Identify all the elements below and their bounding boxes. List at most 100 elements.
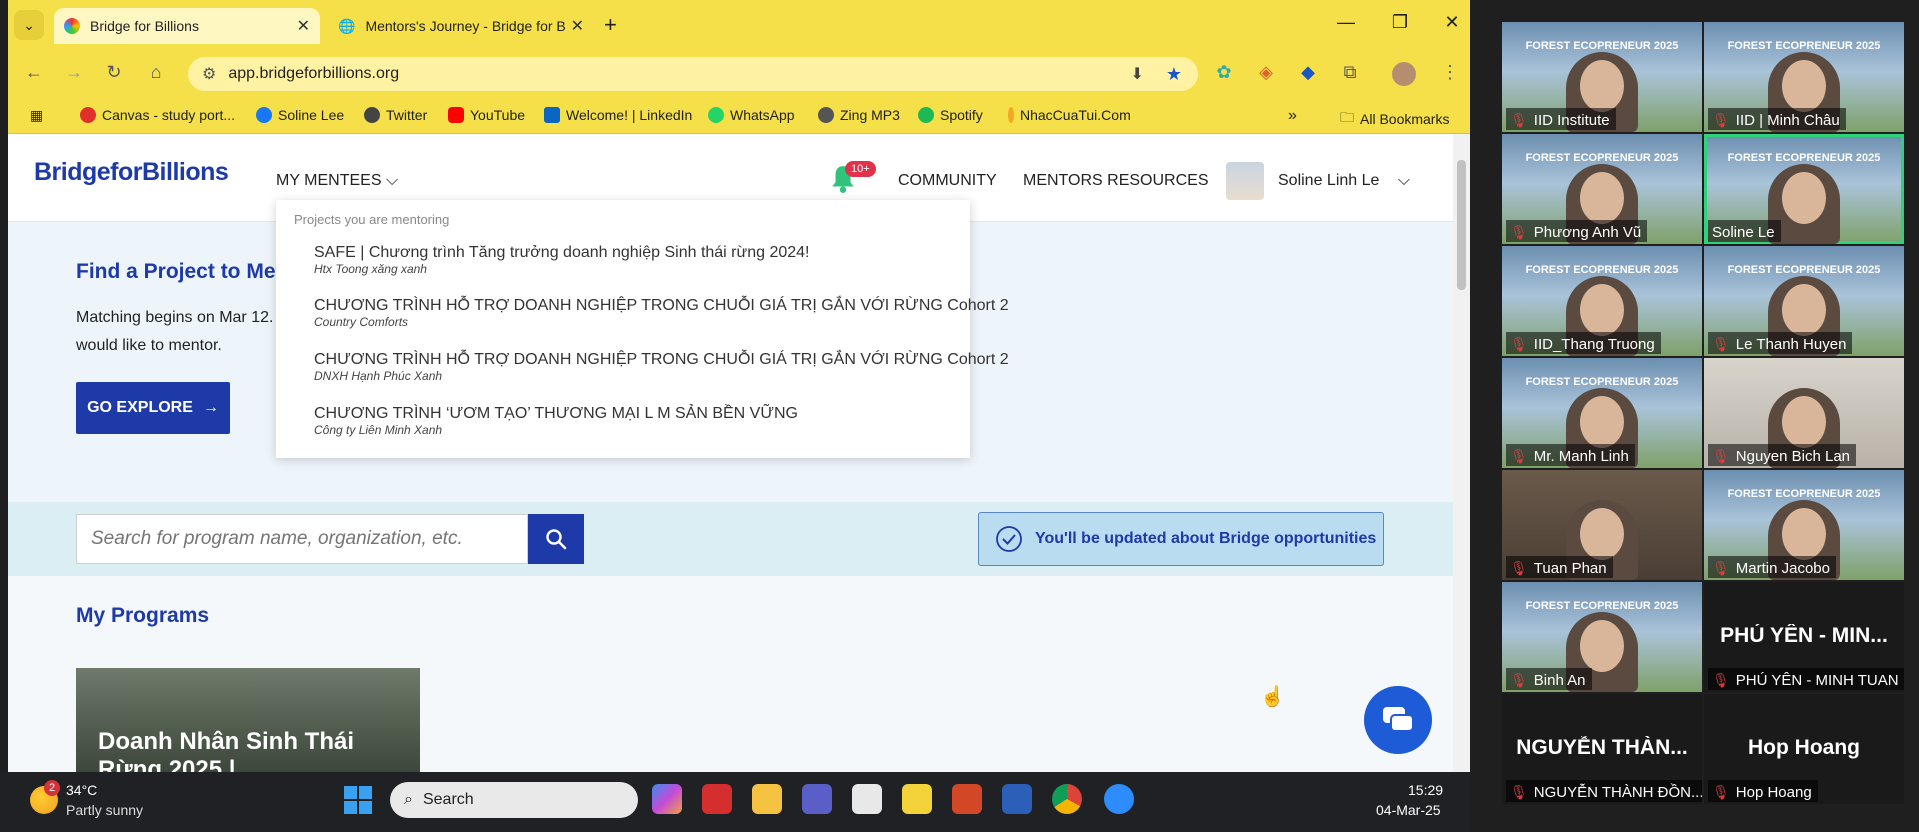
bookmark-linkedin[interactable]: Welcome! | LinkedIn	[544, 107, 692, 123]
all-bookmarks-button[interactable]: 🗀 All Bookmarks	[1340, 107, 1449, 131]
bookmarks-bar: ▦ Canvas - study port... Soline Lee Twit…	[8, 96, 1470, 134]
participant-tile-no-video[interactable]: PHÚ YÊN - MIN... 🎙︎ PHÚ YÊN - MINH TUAN	[1704, 582, 1904, 692]
tile-banner: FOREST ECOPRENEUR 2025	[1727, 264, 1881, 276]
reload-icon[interactable]: ↻	[100, 62, 128, 83]
project-title: CHƯƠNG TRÌNH ‘ƯƠM TẠO’ THƯƠNG MẠI L M SẢ…	[314, 405, 798, 422]
participant-tile-no-video[interactable]: Hop Hoang 🎙︎ Hop Hoang	[1704, 694, 1904, 804]
clock-date: 04-Mar-25	[1376, 802, 1441, 818]
program-card[interactable]: Doanh Nhân Sinh Thái Rừng 2025 |	[76, 668, 420, 772]
maximize-icon[interactable]: ❐	[1380, 12, 1420, 33]
menu-kebab-icon[interactable]: ⋮	[1436, 62, 1464, 83]
profile-avatar[interactable]	[1392, 62, 1416, 86]
bookmark-twitter[interactable]: Twitter	[364, 107, 427, 123]
bookmark-whatsapp[interactable]: WhatsApp	[708, 107, 795, 123]
bookmark-canvas[interactable]: Canvas - study port...	[80, 107, 235, 123]
chevron-down-icon: ⌵	[1397, 172, 1411, 189]
muted-mic-icon: 🎙︎	[1712, 111, 1730, 128]
bridge-for-billions-logo[interactable]: BridgeforBillions	[34, 158, 229, 187]
participant-tile[interactable]: 🎙︎ Tuan Phan	[1502, 470, 1702, 580]
install-app-icon[interactable]: ⬇	[1130, 64, 1143, 84]
tab-bridge-for-billions[interactable]: Bridge for Billions ✕	[54, 8, 320, 44]
participant-tile[interactable]: FOREST ECOPRENEUR 2025 🎙︎ Martin Jacobo	[1704, 470, 1904, 580]
chat-bubbles-icon	[1383, 707, 1414, 732]
extension-icon[interactable]: ◆	[1294, 62, 1322, 83]
participant-name-tag: 🎙︎ Martin Jacobo	[1708, 556, 1836, 578]
more-bookmarks-icon[interactable]: »	[1288, 107, 1297, 125]
weather-badge: 2	[44, 780, 60, 796]
home-icon[interactable]: ⌂	[142, 62, 170, 83]
apps-grid-icon[interactable]: ▦	[30, 107, 43, 124]
temperature: 34°C	[66, 782, 98, 798]
search-button[interactable]	[528, 514, 584, 564]
site-info-icon[interactable]: ⚙	[202, 64, 216, 84]
tab-search-button[interactable]: ⌄	[14, 10, 44, 40]
participant-face	[1580, 620, 1624, 672]
taskbar-search[interactable]: ⌕ Search	[390, 782, 638, 818]
teams-icon[interactable]	[802, 784, 832, 814]
participant-tile[interactable]: FOREST ECOPRENEUR 2025 🎙︎ Le Thanh Huyen	[1704, 246, 1904, 356]
forward-icon[interactable]: →	[60, 62, 88, 83]
participant-tile[interactable]: FOREST ECOPRENEUR 2025 🎙︎ Mr. Manh Linh	[1502, 358, 1702, 468]
zoom-icon[interactable]	[1104, 784, 1134, 814]
linkedin-icon	[544, 107, 560, 123]
participant-tile[interactable]: FOREST ECOPRENEUR 2025 🎙︎ Phương Anh Vũ	[1502, 134, 1702, 244]
minimize-icon[interactable]: —	[1326, 12, 1366, 33]
participant-tile[interactable]: 🎙︎ Nguyen Bich Lan	[1704, 358, 1904, 468]
participant-name: Nguyen Bich Lan	[1735, 447, 1851, 465]
sticky-notes-icon[interactable]	[902, 784, 932, 814]
close-tab-icon[interactable]: ✕	[297, 16, 310, 36]
scroll-thumb[interactable]	[1457, 160, 1466, 290]
participant-name: Phương Anh Vũ	[1533, 223, 1642, 241]
powerpoint-icon[interactable]	[952, 784, 982, 814]
dropdown-project-item[interactable]: CHƯƠNG TRÌNH ‘ƯƠM TẠO’ THƯƠNG MẠI L M SẢ…	[314, 405, 954, 437]
chevron-down-icon: ⌵	[385, 172, 399, 189]
bookmark-star-icon[interactable]: ★	[1166, 64, 1182, 85]
my-mentees-menu[interactable]: MY MENTEES ⌵	[276, 172, 398, 190]
participant-tile[interactable]: FOREST ECOPRENEUR 2025 🎙︎ Binh An	[1502, 582, 1702, 692]
bookmark-soline-lee[interactable]: Soline Lee	[256, 107, 344, 123]
file-explorer-icon[interactable]	[752, 784, 782, 814]
page-scrollbar[interactable]	[1453, 134, 1470, 772]
participant-tile[interactable]: FOREST ECOPRENEUR 2025 🎙︎ IID | Minh Châu	[1704, 22, 1904, 132]
participant-face	[1580, 508, 1624, 560]
dropdown-project-item[interactable]: CHƯƠNG TRÌNH HỖ TRỢ DOANH NGHIỆP TRONG C…	[314, 297, 1009, 329]
participant-name-tag: 🎙︎ IID | Minh Châu	[1708, 108, 1846, 130]
url-text: app.bridgeforbillions.org	[228, 65, 400, 82]
go-explore-button[interactable]: GO EXPLORE →	[76, 382, 230, 434]
bookmark-label: YouTube	[470, 107, 526, 123]
community-link[interactable]: COMMUNITY	[898, 172, 997, 190]
new-tab-button[interactable]: +	[604, 12, 617, 38]
participant-tile-no-video[interactable]: NGUYỄN THÀN... 🎙︎ NGUYỄN THÀNH ĐỒN...	[1502, 694, 1702, 804]
participant-tile[interactable]: FOREST ECOPRENEUR 2025 🎙︎ IID_Thang Truong	[1502, 246, 1702, 356]
participant-tile[interactable]: FOREST ECOPRENEUR 2025 🎙︎ IID Institute	[1502, 22, 1702, 132]
extension-icon[interactable]: ✿	[1210, 62, 1238, 83]
close-tab-icon[interactable]: ✕	[571, 16, 584, 36]
user-menu[interactable]: Soline Linh Le ⌵	[1278, 172, 1410, 190]
chrome-icon[interactable]	[1052, 784, 1082, 814]
bookmark-youtube[interactable]: YouTube	[448, 107, 525, 123]
windows-start-icon[interactable]	[344, 786, 372, 814]
participant-tile-active-speaker[interactable]: FOREST ECOPRENEUR 2025 Soline Le	[1704, 134, 1904, 244]
extensions-puzzle-icon[interactable]: ⧉	[1336, 62, 1364, 83]
app-z-icon[interactable]	[702, 784, 732, 814]
copilot-icon[interactable]	[652, 784, 682, 814]
close-window-icon[interactable]: ✕	[1432, 12, 1470, 33]
user-avatar[interactable]	[1226, 162, 1264, 200]
address-bar[interactable]: ⚙ app.bridgeforbillions.org ⬇ ★	[188, 57, 1198, 91]
tab-mentors-journey[interactable]: 🌐 Mentors's Journey - Bridge for B ✕	[328, 8, 594, 44]
dropdown-project-item[interactable]: SAFE | Chương trình Tăng trưởng doanh ng…	[314, 244, 954, 276]
participant-name-tag: Soline Le	[1708, 220, 1781, 242]
spotify-icon	[918, 107, 934, 123]
back-icon[interactable]: ←	[20, 62, 48, 83]
bookmark-zing-mp3[interactable]: Zing MP3	[818, 107, 900, 123]
bookmark-spotify[interactable]: Spotify	[918, 107, 983, 123]
subscribe-opportunities-button[interactable]: You'll be updated about Bridge opportuni…	[978, 512, 1384, 566]
dropdown-project-item[interactable]: CHƯƠNG TRÌNH HỖ TRỢ DOANH NGHIỆP TRONG C…	[314, 351, 1009, 383]
chat-support-button[interactable]	[1364, 686, 1432, 754]
bookmark-nhaccuatui[interactable]: NhacCuaTui.Com	[1008, 107, 1131, 123]
word-icon[interactable]	[1002, 784, 1032, 814]
snipping-tool-icon[interactable]	[852, 784, 882, 814]
extension-icon[interactable]: ◈	[1252, 62, 1280, 83]
mentors-resources-link[interactable]: MENTORS RESOURCES	[1023, 172, 1209, 190]
program-search-input[interactable]	[76, 514, 528, 564]
